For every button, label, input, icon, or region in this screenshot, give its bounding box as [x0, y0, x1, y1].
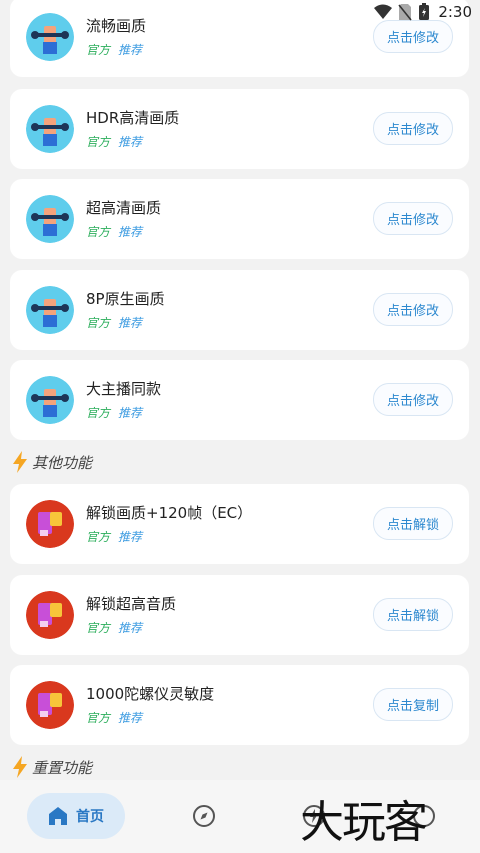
card-title: 超高清画质	[86, 199, 162, 217]
tag-official: 官方	[86, 406, 111, 420]
modify-button[interactable]: 点击修改	[373, 202, 453, 235]
watermark-logo: 大玩客	[300, 797, 428, 848]
puzzle-icon	[26, 681, 74, 729]
tag-official: 官方	[86, 225, 111, 239]
card-tags: 官方 推荐	[86, 223, 142, 240]
feature-card: 1000陀螺仪灵敏度 官方 推荐 点击复制	[10, 665, 469, 745]
battery-charging-icon	[419, 3, 430, 20]
quality-card: 大主播同款 官方 推荐 点击修改	[10, 360, 469, 440]
lightning-icon	[13, 451, 27, 473]
section-reset-label: 重置功能	[32, 758, 93, 777]
quality-card: 超高清画质 官方 推荐 点击修改	[10, 179, 469, 259]
section-reset-header: 重置功能	[12, 756, 92, 778]
nav-home-label: 首页	[76, 809, 104, 825]
quality-card: HDR高清画质 官方 推荐 点击修改	[10, 89, 469, 169]
modify-button[interactable]: 点击修改	[373, 112, 453, 145]
tag-recommend: 推荐	[118, 135, 143, 149]
tag-official: 官方	[86, 43, 111, 57]
puzzle-icon	[26, 500, 74, 548]
home-icon	[49, 807, 67, 825]
main-scroll[interactable]: 流畅画质 官方 推荐 点击修改 HDR高清画质 官方 推荐 点击修改 超高清画质 官…	[0, 0, 480, 780]
card-tags: 官方 推荐	[86, 314, 142, 331]
tag-recommend: 推荐	[118, 316, 143, 330]
lightning-icon	[13, 756, 27, 778]
tag-recommend: 推荐	[118, 43, 143, 57]
tool-icon	[26, 195, 74, 243]
tag-official: 官方	[86, 135, 111, 149]
card-tags: 官方 推荐	[86, 41, 142, 58]
compass-icon	[193, 805, 215, 827]
tag-official: 官方	[86, 621, 111, 635]
tag-recommend: 推荐	[118, 530, 143, 544]
tag-official: 官方	[86, 711, 111, 725]
tag-official: 官方	[86, 316, 111, 330]
card-tags: 官方 推荐	[86, 133, 142, 150]
puzzle-icon	[26, 591, 74, 639]
status-icons: 2:30	[374, 3, 472, 21]
section-other-label: 其他功能	[32, 453, 93, 472]
unlock-button[interactable]: 点击解锁	[373, 598, 453, 631]
modify-button[interactable]: 点击修改	[373, 383, 453, 416]
wifi-icon	[374, 4, 393, 19]
card-title: HDR高清画质	[86, 109, 180, 127]
nav-explore-button[interactable]	[192, 804, 216, 828]
tool-icon	[26, 105, 74, 153]
tag-recommend: 推荐	[118, 621, 143, 635]
card-tags: 官方 推荐	[86, 619, 142, 636]
card-title: 8P原生画质	[86, 290, 165, 308]
feature-card: 解锁画质+120帧（EC） 官方 推荐 点击解锁	[10, 484, 469, 564]
card-tags: 官方 推荐	[86, 709, 142, 726]
card-title: 解锁超高音质	[86, 595, 177, 613]
nav-home-button[interactable]: 首页	[27, 793, 125, 839]
tool-icon	[26, 286, 74, 334]
card-title: 1000陀螺仪灵敏度	[86, 685, 215, 703]
no-sim-icon	[398, 4, 412, 21]
status-time: 2:30	[438, 3, 472, 21]
unlock-button[interactable]: 点击解锁	[373, 507, 453, 540]
card-title: 解锁画质+120帧（EC）	[86, 504, 253, 522]
tag-official: 官方	[86, 530, 111, 544]
tag-recommend: 推荐	[118, 406, 143, 420]
tag-recommend: 推荐	[118, 711, 143, 725]
section-other-header: 其他功能	[12, 451, 92, 473]
card-tags: 官方 推荐	[86, 528, 142, 545]
status-bar: 2:30	[0, 0, 480, 26]
copy-button[interactable]: 点击复制	[373, 688, 453, 721]
quality-card: 8P原生画质 官方 推荐 点击修改	[10, 270, 469, 350]
card-title: 大主播同款	[86, 380, 162, 398]
tag-recommend: 推荐	[118, 225, 143, 239]
card-tags: 官方 推荐	[86, 404, 142, 421]
feature-card: 解锁超高音质 官方 推荐 点击解锁	[10, 575, 469, 655]
tool-icon	[26, 376, 74, 424]
modify-button[interactable]: 点击修改	[373, 293, 453, 326]
